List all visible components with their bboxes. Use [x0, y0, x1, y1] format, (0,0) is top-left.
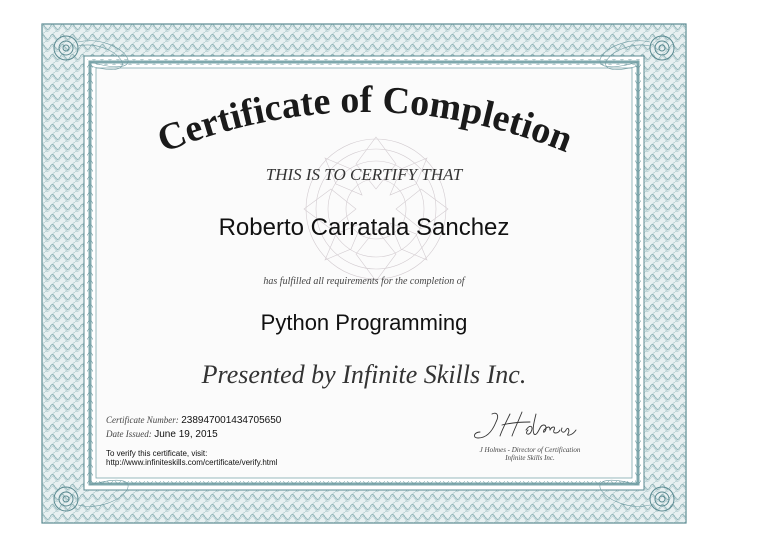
date-issued: Date Issued: June 19, 2015	[106, 429, 218, 440]
handwritten-signature	[473, 411, 577, 439]
verify-url: http://www.infiniteskills.com/certificat…	[106, 458, 278, 467]
date-issued-label: Date Issued:	[106, 429, 152, 439]
course-name: Python Programming	[260, 310, 468, 335]
date-issued-value: June 19, 2015	[154, 429, 218, 440]
fulfilled-line: has fulfilled all requirements for the c…	[263, 276, 465, 287]
verify-instruction: To verify this certificate, visit:	[106, 449, 208, 458]
certificate: Certificate of Completion THIS IS TO CER…	[40, 22, 688, 525]
certify-line: THIS IS TO CERTIFY THAT	[265, 165, 463, 184]
signer-title: J Holmes - Director of Certification	[479, 446, 581, 454]
certificate-number: Certificate Number: 238947001434705650	[106, 415, 281, 426]
svg-text:Certificate of Completion: Certificate of Completion	[152, 79, 579, 161]
certificate-number-label: Certificate Number:	[106, 415, 179, 425]
recipient-name: Roberto Carratala Sanchez	[218, 214, 510, 241]
signer-company: Infinite Skills Inc.	[505, 454, 555, 462]
heading-text: Certificate of Completion	[152, 79, 579, 161]
presented-by: Presented by Infinite Skills Inc.	[201, 360, 527, 389]
certificate-number-value: 238947001434705650	[181, 415, 282, 426]
